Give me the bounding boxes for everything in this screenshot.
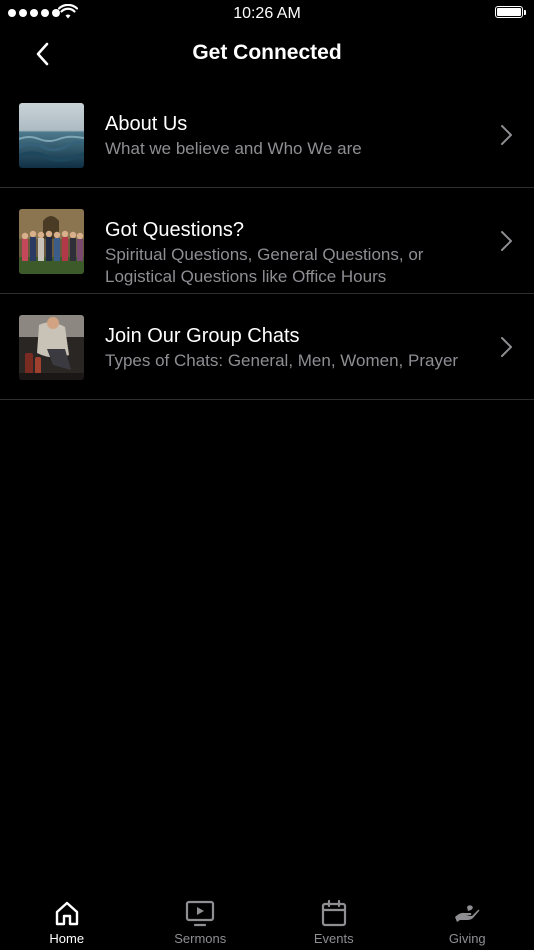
- tab-label: Giving: [448, 931, 486, 946]
- calendar-icon: [321, 899, 346, 927]
- tab-bar: Home Sermons Events Giving: [0, 892, 534, 950]
- tab-home[interactable]: Home: [0, 892, 134, 950]
- group-photo-image: [19, 209, 84, 274]
- row-subtitle: What we believe and Who We are: [105, 139, 362, 158]
- list-item-got-questions[interactable]: Got Questions? Spiritual Questions, Gene…: [0, 188, 534, 294]
- status-time: 10:26 AM: [233, 5, 301, 22]
- ocean-waves-image: [19, 103, 84, 168]
- row-title: Join Our Group Chats: [105, 325, 300, 347]
- row-title: Got Questions?: [105, 219, 244, 241]
- connect-list: About Us What we believe and Who We are: [0, 82, 534, 400]
- navigation-bar: Get Connected: [0, 28, 534, 82]
- tab-sermons[interactable]: Sermons: [134, 892, 268, 950]
- row-subtitle: Spiritual Questions, General Questions, …: [105, 245, 424, 286]
- page-title: Get Connected: [192, 41, 342, 64]
- chevron-right-icon: [501, 124, 512, 145]
- tab-label: Sermons: [174, 931, 227, 946]
- home-icon: [55, 901, 78, 926]
- tab-label: Home: [49, 931, 85, 946]
- row-title: About Us: [105, 113, 188, 135]
- chevron-right-icon: [501, 336, 512, 357]
- tab-events[interactable]: Events: [267, 892, 401, 950]
- chevron-right-icon: [501, 230, 512, 251]
- list-item-group-chats[interactable]: Join Our Group Chats Types of Chats: Gen…: [0, 294, 534, 400]
- row-subtitle: Types of Chats: General, Men, Women, Pra…: [105, 351, 459, 370]
- tab-label: Events: [313, 931, 354, 946]
- tab-giving[interactable]: Giving: [401, 892, 534, 950]
- status-bar: 10:26 AM: [0, 0, 534, 28]
- giving-hand-icon: [455, 905, 480, 922]
- play-screen-icon: [186, 900, 215, 927]
- list-item-about-us[interactable]: About Us What we believe and Who We are: [0, 82, 534, 188]
- group-chat-image: [19, 315, 84, 380]
- battery-icon: [495, 6, 526, 18]
